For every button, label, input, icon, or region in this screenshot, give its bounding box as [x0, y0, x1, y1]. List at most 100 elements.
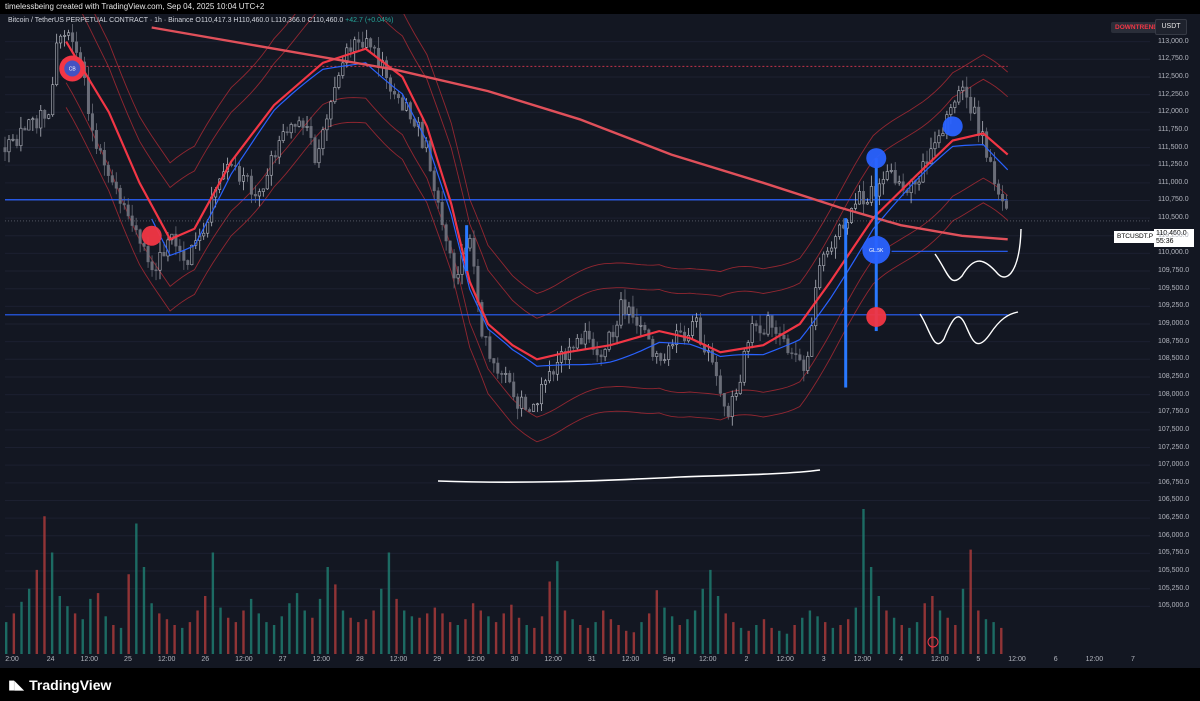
- candle-body: [722, 393, 726, 407]
- price-axis-label: 109,500.0: [1158, 284, 1190, 292]
- candle-body: [309, 126, 313, 138]
- candle-body: [154, 269, 158, 272]
- volume-bar: [510, 604, 513, 654]
- candle-body: [142, 243, 146, 247]
- volume-bar: [311, 617, 314, 654]
- time-axis-label: 6: [1053, 656, 1058, 663]
- candle-body: [675, 330, 679, 345]
- volume-bar: [288, 603, 291, 654]
- volume-bar: [272, 625, 276, 654]
- volume-bar: [318, 598, 322, 654]
- volume-bar: [196, 610, 199, 654]
- chart-area[interactable]: CB GL.5K Bitcoin / TetherUS PERPETUAL CON…: [0, 14, 1200, 668]
- header-title: timelessbeing created with TradingView.c…: [5, 2, 265, 11]
- volume-bar: [249, 598, 253, 654]
- volume-bar: [556, 561, 559, 654]
- volume-bar: [563, 610, 567, 654]
- candle-body: [615, 324, 619, 338]
- candle-body: [782, 334, 786, 340]
- signal-circle: [942, 116, 963, 137]
- candle-body: [261, 188, 265, 192]
- signal-label: CB: [69, 66, 77, 72]
- candle-body: [655, 353, 659, 357]
- candle-body: [400, 97, 404, 111]
- volume-bar: [127, 574, 130, 654]
- time-axis-label: 12:00: [157, 656, 176, 663]
- time-axis-label: 12:00: [1085, 656, 1104, 663]
- candle-body: [321, 129, 325, 150]
- volume-bar: [119, 627, 123, 654]
- volume-bar: [5, 622, 8, 654]
- candle-body: [444, 224, 448, 242]
- candle-body: [623, 299, 627, 315]
- candle-body: [90, 113, 94, 131]
- candle-body: [15, 138, 19, 146]
- footer: ▮◣ TradingView: [0, 668, 1200, 701]
- candle-body: [933, 142, 937, 150]
- candle-body: [738, 381, 742, 394]
- volume-bar: [418, 617, 421, 654]
- candle-body: [794, 353, 798, 356]
- volume-bar: [1000, 627, 1003, 654]
- header-bar: timelessbeing created with TradingView.c…: [0, 0, 1200, 14]
- time-axis-label: 12:00: [312, 656, 330, 663]
- candle-body: [806, 356, 810, 371]
- volume-bar: [135, 523, 138, 654]
- time-axis-label: 12:00: [235, 656, 253, 663]
- candle-body: [941, 133, 945, 137]
- candle-body: [671, 344, 675, 347]
- volume-bar: [877, 596, 880, 654]
- candle-body: [611, 331, 615, 338]
- candle-body: [536, 403, 540, 406]
- candle-body: [281, 131, 285, 141]
- candle-body: [607, 331, 611, 350]
- signal-circle: [866, 306, 887, 327]
- candle-body: [691, 321, 695, 336]
- volume-bar: [885, 610, 888, 654]
- candle-body: [237, 166, 241, 182]
- price-axis-label: 108,750.0: [1158, 337, 1190, 345]
- price-axis-label: 111,000.0: [1158, 178, 1189, 186]
- volume-bar: [464, 619, 467, 654]
- volume-bar: [900, 625, 903, 654]
- symbol-tag: BTCUSDT.P: [1114, 231, 1157, 243]
- candle-body: [353, 39, 357, 52]
- candle-body: [639, 324, 643, 327]
- candle-body: [257, 191, 261, 197]
- time-axis-label: 12:00: [776, 656, 794, 663]
- volume-bar: [425, 613, 429, 654]
- volume-bar: [295, 593, 299, 654]
- volume-bar: [862, 509, 865, 654]
- volume-bar: [341, 610, 345, 654]
- candle-body: [106, 164, 110, 176]
- price-axis-label: 111,500.0: [1158, 143, 1189, 151]
- candle-body: [973, 106, 977, 114]
- currency-selector[interactable]: USDT: [1155, 19, 1187, 35]
- candle-body: [289, 124, 293, 134]
- candle-body: [540, 384, 544, 405]
- volume-bar: [908, 627, 911, 654]
- price-chart[interactable]: CB GL.5K: [0, 14, 1200, 668]
- price-axis-label: 109,000.0: [1158, 320, 1190, 327]
- volume-bar: [433, 607, 437, 654]
- volume-bar: [81, 619, 84, 654]
- volume-bar: [586, 627, 590, 654]
- candle-body: [98, 148, 102, 151]
- candle-body: [365, 38, 369, 48]
- volume-bar: [579, 625, 582, 654]
- candle-body: [528, 409, 532, 412]
- price-axis-label: 110,000.0: [1158, 249, 1189, 257]
- volume-bar: [915, 622, 919, 654]
- candle-body: [790, 352, 794, 355]
- volume-bar: [448, 622, 452, 654]
- volume-bar: [372, 610, 375, 654]
- volume-bar: [142, 567, 146, 654]
- candle-body: [102, 150, 106, 166]
- tradingview-logo[interactable]: ▮◣ TradingView: [8, 677, 111, 693]
- candle-body: [369, 38, 373, 48]
- time-axis-label: 29: [433, 656, 442, 663]
- signal-bar: [465, 225, 469, 272]
- volume-bar: [548, 581, 551, 654]
- candle-body: [75, 41, 79, 53]
- candle-body: [830, 247, 834, 252]
